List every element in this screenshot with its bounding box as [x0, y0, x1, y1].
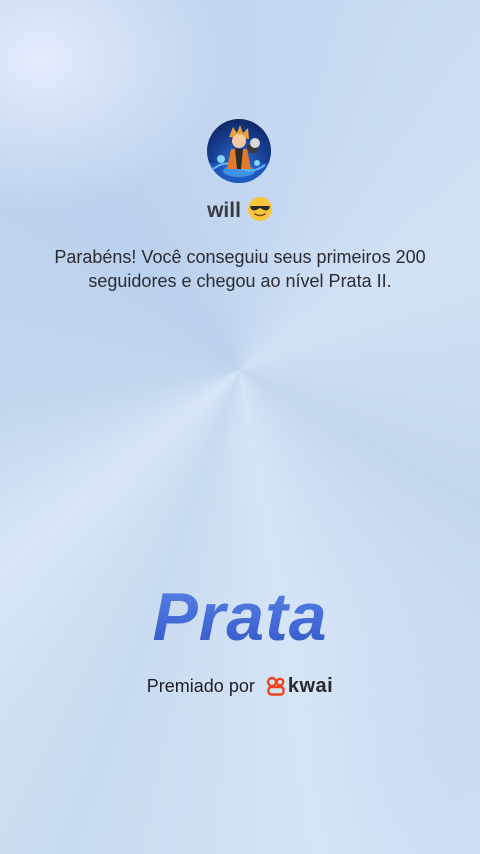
username-row: will — [0, 196, 480, 230]
awarded-by-row: Premiado por kwai — [0, 673, 480, 703]
congratulations-message: Parabéns! Você conseguiu seus primeiros … — [54, 247, 426, 291]
level-title: Prata — [0, 578, 480, 656]
username: will — [207, 199, 241, 222]
avatar[interactable] — [207, 119, 271, 183]
kwai-brand-text: kwai — [287, 675, 334, 697]
kwai-logo-icon — [266, 676, 286, 703]
anime-character-avatar-icon — [207, 125, 271, 183]
awarded-by-label: Premiado por — [146, 676, 255, 696]
sunglasses-emoji-icon — [247, 196, 273, 230]
